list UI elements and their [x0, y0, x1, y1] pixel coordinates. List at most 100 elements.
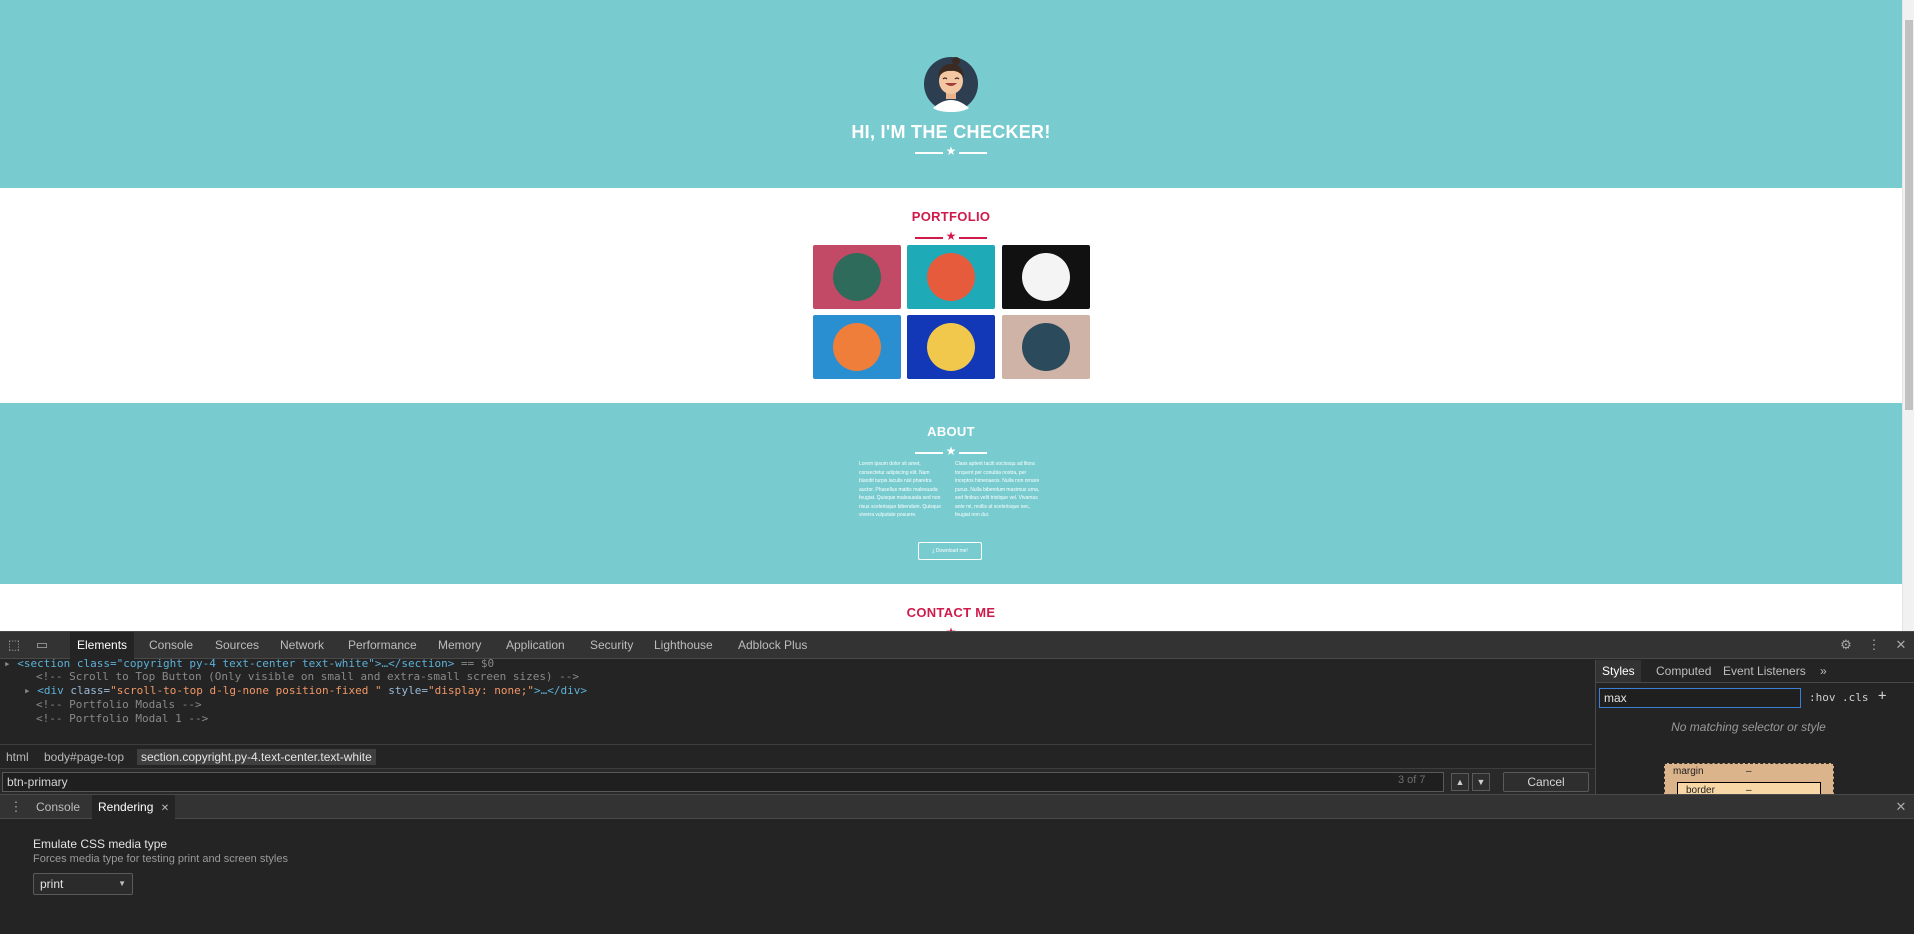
devtools-tabbar: ⬚ ▭ Elements Console Sources Network Perform…: [0, 631, 1914, 659]
portfolio-item-submarine[interactable]: [1002, 315, 1090, 379]
drawer-tab-rendering[interactable]: Rendering ✕: [92, 795, 176, 819]
tab-event-listeners[interactable]: Event Listeners: [1717, 660, 1812, 682]
device-toolbar-icon[interactable]: ▭: [34, 637, 50, 653]
styles-sidebar: Styles Computed Event Listeners » max :h…: [1595, 660, 1914, 812]
inspect-element-icon[interactable]: ⬚: [6, 637, 22, 653]
portfolio-item-safe[interactable]: [907, 315, 995, 379]
dom-attr: style=: [381, 684, 428, 697]
game-controller-icon: [833, 323, 881, 371]
media-type-value: print: [40, 877, 64, 891]
tab-sources[interactable]: Sources: [208, 632, 266, 659]
tab-elements[interactable]: Elements: [70, 632, 135, 659]
breadcrumb-body[interactable]: body#page-top: [44, 749, 124, 765]
settings-gear-icon[interactable]: ⚙: [1838, 637, 1854, 653]
more-tabs-icon[interactable]: »: [1814, 660, 1833, 682]
dom-selected-marker: == $0: [454, 657, 495, 670]
tab-lighthouse[interactable]: Lighthouse: [647, 632, 720, 659]
tab-adblock-plus[interactable]: Adblock Plus: [731, 632, 814, 659]
tab-memory[interactable]: Memory: [431, 632, 488, 659]
breadcrumb-section[interactable]: section.copyright.py-4.text-center.text-…: [137, 749, 376, 765]
dom-comment[interactable]: <!-- Portfolio Modals -->: [36, 698, 202, 712]
box-model-margin-value[interactable]: –: [1746, 766, 1752, 777]
star-icon: ★: [945, 229, 957, 243]
browser-viewport: HI, I'M THE CHECKER! ★ PORTFOLIO ★ ABOUT…: [0, 0, 1914, 631]
close-tab-icon[interactable]: ✕: [161, 803, 169, 814]
about-text-left: Lorem ipsum dolor sit amet, consectetur …: [859, 461, 941, 518]
dom-node-div[interactable]: ▸ <div class="scroll-to-top d-lg-none po…: [24, 684, 587, 698]
avatar-image: [924, 57, 978, 112]
portfolio-item-game-controller[interactable]: [813, 315, 901, 379]
cls-toggle[interactable]: .cls: [1842, 691, 1869, 704]
new-style-rule-icon[interactable]: +: [1878, 688, 1886, 704]
breadcrumb-html[interactable]: html: [6, 749, 29, 765]
media-type-select[interactable]: print ▼: [33, 873, 133, 895]
find-bar: btn-primary 3 of 7 ▲ ▼ Cancel: [0, 768, 1595, 794]
contact-title: CONTACT ME: [906, 605, 996, 620]
drawer-menu-icon[interactable]: ⋮: [8, 799, 24, 815]
dom-tag: <div: [37, 684, 64, 697]
drawer-tabbar: ⋮ Console Rendering ✕ ✕: [0, 795, 1914, 819]
drawer-tab-console[interactable]: Console: [30, 795, 86, 819]
masthead: HI, I'M THE CHECKER! ★: [0, 0, 1902, 188]
dom-comment[interactable]: <!-- Portfolio Modal 1 -->: [36, 712, 208, 726]
about-text-right: Class aptent taciti sociosqu ad litora t…: [955, 461, 1040, 518]
portfolio-title: PORTFOLIO: [911, 209, 991, 224]
portfolio-item-cabin[interactable]: [813, 245, 901, 309]
dom-breadcrumb: html body#page-top section.copyright.py-…: [0, 744, 1592, 768]
styles-filter-input[interactable]: max: [1599, 688, 1801, 708]
chevron-down-icon: ▼: [118, 879, 126, 888]
about-divider: ★: [915, 444, 987, 458]
portfolio-item-circus-tent[interactable]: [1002, 245, 1090, 309]
devtools-panel: ⬚ ▭ Elements Console Sources Network Perform…: [0, 631, 1914, 934]
tab-security[interactable]: Security: [583, 632, 640, 659]
hov-toggle[interactable]: :hov: [1809, 691, 1836, 704]
drawer-tab-rendering-label: Rendering: [98, 800, 154, 814]
tab-network[interactable]: Network: [273, 632, 331, 659]
star-icon: ★: [945, 144, 957, 158]
dom-node-text: <section class="copyright py-4 text-cent…: [17, 657, 455, 670]
tab-styles[interactable]: Styles: [1596, 660, 1641, 682]
find-input[interactable]: btn-primary: [2, 772, 1444, 792]
devtools-drawer: ⋮ Console Rendering ✕ ✕ Emulate CSS medi…: [0, 794, 1914, 934]
tab-console[interactable]: Console: [142, 632, 200, 659]
dom-attr-value: "display: none;": [428, 684, 534, 697]
masthead-divider: ★: [915, 144, 987, 158]
emulate-media-description: Forces media type for testing print and …: [33, 853, 288, 865]
find-next-icon[interactable]: ▼: [1472, 773, 1490, 791]
safe-icon: [927, 323, 975, 371]
dom-node-section[interactable]: ▸ <section class="copyright py-4 text-ce…: [4, 657, 494, 671]
masthead-title: HI, I'M THE CHECKER!: [851, 122, 1051, 142]
portfolio-item-cake[interactable]: [907, 245, 995, 309]
expand-arrow-icon[interactable]: ▸: [24, 684, 37, 697]
star-icon: ★: [945, 444, 957, 458]
box-model-margin-label: margin: [1673, 766, 1704, 777]
find-cancel-button[interactable]: Cancel: [1503, 772, 1589, 792]
tab-application[interactable]: Application: [499, 632, 572, 659]
cabin-icon: [833, 253, 881, 301]
submarine-icon: [1022, 323, 1070, 371]
find-previous-icon[interactable]: ▲: [1451, 773, 1469, 791]
about-title: ABOUT: [927, 424, 975, 439]
download-label: Download me!: [935, 548, 968, 554]
dom-attr-value: "scroll-to-top d-lg-none position-fixed …: [110, 684, 382, 697]
download-button[interactable]: ⤓ Download me!: [918, 542, 982, 560]
no-match-message: No matching selector or style: [1671, 720, 1826, 734]
about-section: ABOUT ★ Lorem ipsum dolor sit amet, cons…: [0, 403, 1902, 584]
scrollbar-thumb[interactable]: [1905, 20, 1913, 410]
cake-icon: [927, 253, 975, 301]
close-drawer-icon[interactable]: ✕: [1893, 799, 1909, 815]
dom-tag: >…</div>: [533, 684, 587, 697]
dom-comment[interactable]: <!-- Scroll to Top Button (Only visible …: [36, 670, 579, 684]
tab-performance[interactable]: Performance: [341, 632, 424, 659]
tab-computed[interactable]: Computed: [1650, 660, 1717, 682]
portfolio-section: PORTFOLIO ★: [0, 188, 1902, 403]
portfolio-divider: ★: [915, 229, 987, 243]
close-devtools-icon[interactable]: ✕: [1893, 637, 1909, 653]
page-scrollbar[interactable]: [1902, 0, 1914, 631]
emulate-media-title: Emulate CSS media type: [33, 837, 168, 851]
dom-attr: class=: [63, 684, 111, 697]
styles-tabbar: Styles Computed Event Listeners »: [1596, 660, 1914, 683]
contact-section: CONTACT ME ★: [0, 584, 1902, 631]
find-result-count: 3 of 7: [1398, 774, 1426, 786]
more-options-icon[interactable]: ⋮: [1866, 637, 1882, 653]
